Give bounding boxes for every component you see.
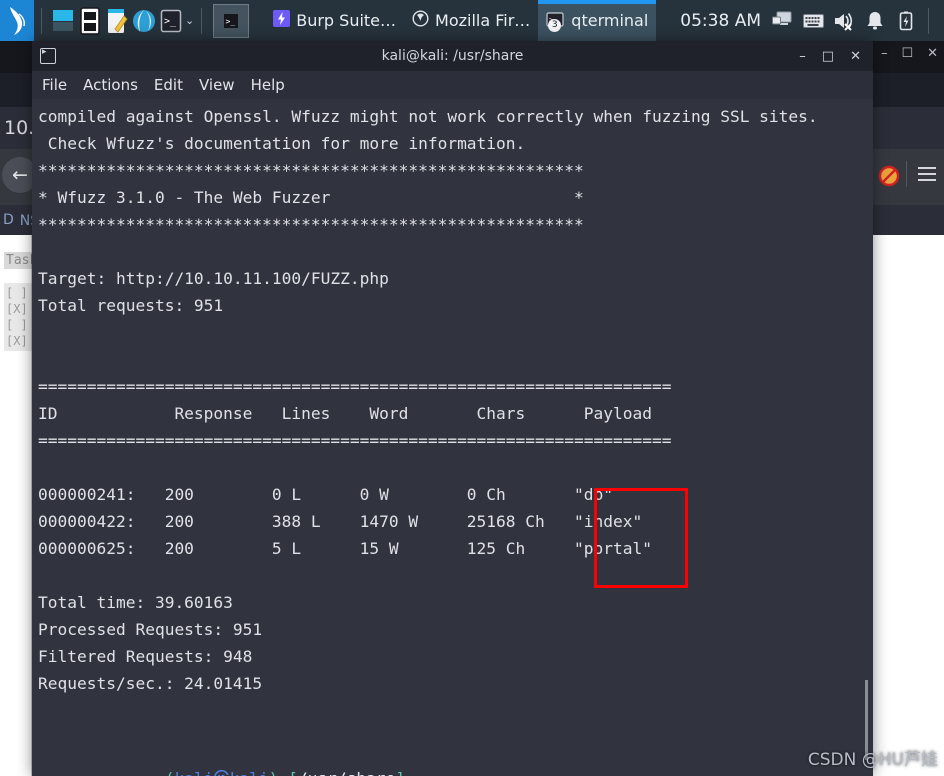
terminal-minimize-button[interactable]: –	[799, 49, 806, 64]
prompt-path: /usr/share	[298, 769, 395, 776]
svg-text:>_: >_	[164, 16, 177, 27]
prompt-at-icon: ㉿	[213, 769, 229, 776]
terminal-icon: >_ 3	[546, 11, 565, 32]
prompt-paren-close: )	[269, 769, 279, 776]
terminal-window-controls[interactable]: – □ ✕	[799, 49, 873, 64]
browser-menu-icon[interactable]	[918, 167, 936, 181]
lock-screen-icon[interactable]	[940, 10, 944, 32]
terminal-scrollbar[interactable]	[863, 99, 871, 776]
battery-icon[interactable]	[895, 10, 917, 32]
volume-muted-icon[interactable]	[833, 10, 855, 32]
terminal-window-title: kali@kali: /usr/share	[381, 48, 524, 64]
watermark: CSDN @HU芦娃	[807, 750, 938, 770]
back-arrow-icon: ←	[12, 164, 28, 186]
network-monitor-icon[interactable]	[771, 10, 793, 32]
browser-minimize-icon[interactable]: –	[881, 47, 888, 60]
menu-help[interactable]: Help	[251, 76, 285, 94]
prompt-bracket-close: ]	[395, 769, 405, 776]
firefox-icon	[412, 10, 429, 31]
prompt-corner-top: ┌──	[135, 769, 164, 776]
prompt-user: kali	[174, 769, 213, 776]
burp-suite-icon	[273, 10, 291, 31]
taskbar-item-badge: 3	[548, 19, 562, 32]
taskbar-item-label: Burp Suite…	[296, 11, 397, 30]
prompt-bracket-open: [	[288, 769, 298, 776]
taskbar-item-label: Mozilla Fir…	[435, 11, 531, 30]
terminal-launcher-icon[interactable]: >_	[157, 6, 184, 36]
prompt-dash: -	[278, 769, 288, 776]
show-desktop-icon[interactable]: >_	[213, 3, 250, 38]
menu-view[interactable]: View	[199, 76, 235, 94]
browser-toolbar-divider	[906, 161, 907, 187]
taskbar: >_ ⌄ >_ Burp Suite… Mozilla Fir… 3 qterm…	[0, 0, 944, 41]
shell-prompt: ┌──(kali㉿kali)-[/usr/share] └─$	[38, 738, 405, 776]
terminal-maximize-button[interactable]: □	[822, 49, 834, 64]
browser-close-icon[interactable]: ✕	[927, 47, 938, 60]
workspace-switcher-icon[interactable]	[49, 6, 76, 36]
terminal-menubar: File Actions Edit View Help	[32, 71, 873, 99]
terminal-titlebar[interactable]: kali@kali: /usr/share – □ ✕	[32, 41, 873, 71]
menu-actions[interactable]: Actions	[83, 76, 138, 94]
chevron-down-icon[interactable]: ⌄	[185, 14, 194, 27]
taskbar-divider	[41, 7, 42, 34]
svg-text:>_: >_	[226, 17, 236, 26]
keyboard-layout-icon[interactable]	[802, 10, 824, 32]
taskbar-item-label: qterminal	[571, 11, 649, 30]
taskbar-divider-2	[201, 7, 203, 34]
taskbar-window-list: Burp Suite… Mozilla Fir… >_ 3	[265, 0, 657, 41]
kali-dragon-icon[interactable]	[0, 0, 34, 41]
taskbar-item-burp-suite[interactable]: Burp Suite…	[265, 0, 404, 41]
desktop-screen: – ☐ ✕ .10.11.100/resour… ✕ + 10.1 ←	[0, 0, 944, 776]
bookmark-badge-icon: D	[3, 212, 14, 228]
notification-bell-icon[interactable]	[864, 10, 886, 32]
prompt-host: kali	[230, 769, 269, 776]
terminal-window-icon	[40, 47, 56, 64]
web-browser-icon[interactable]	[130, 6, 157, 36]
taskbar-item-qterminal[interactable]: >_ 3 qterminal	[538, 0, 657, 41]
tray-divider	[928, 7, 929, 34]
browser-maximize-icon[interactable]: ☐	[901, 47, 913, 60]
taskbar-item-firefox[interactable]: Mozilla Fir…	[404, 0, 538, 41]
terminal-output-area[interactable]: compiled against Openssl. Wfuzz might no…	[32, 99, 873, 776]
text-editor-icon[interactable]	[103, 6, 130, 36]
taskbar-clock[interactable]: 05:38 AM	[680, 11, 761, 31]
menu-file[interactable]: File	[42, 76, 67, 94]
prompt-paren-open: (	[165, 769, 175, 776]
noscript-icon[interactable]	[878, 165, 900, 187]
terminal-window[interactable]: kali@kali: /usr/share – □ ✕ File Actions…	[32, 41, 873, 776]
system-tray	[771, 7, 944, 34]
terminal-output-text: compiled against Openssl. Wfuzz might no…	[38, 107, 818, 693]
menu-edit[interactable]: Edit	[154, 76, 183, 94]
file-manager-icon[interactable]	[76, 6, 103, 36]
terminal-close-button[interactable]: ✕	[850, 49, 861, 64]
browser-window-controls[interactable]: – ☐ ✕	[881, 47, 938, 60]
